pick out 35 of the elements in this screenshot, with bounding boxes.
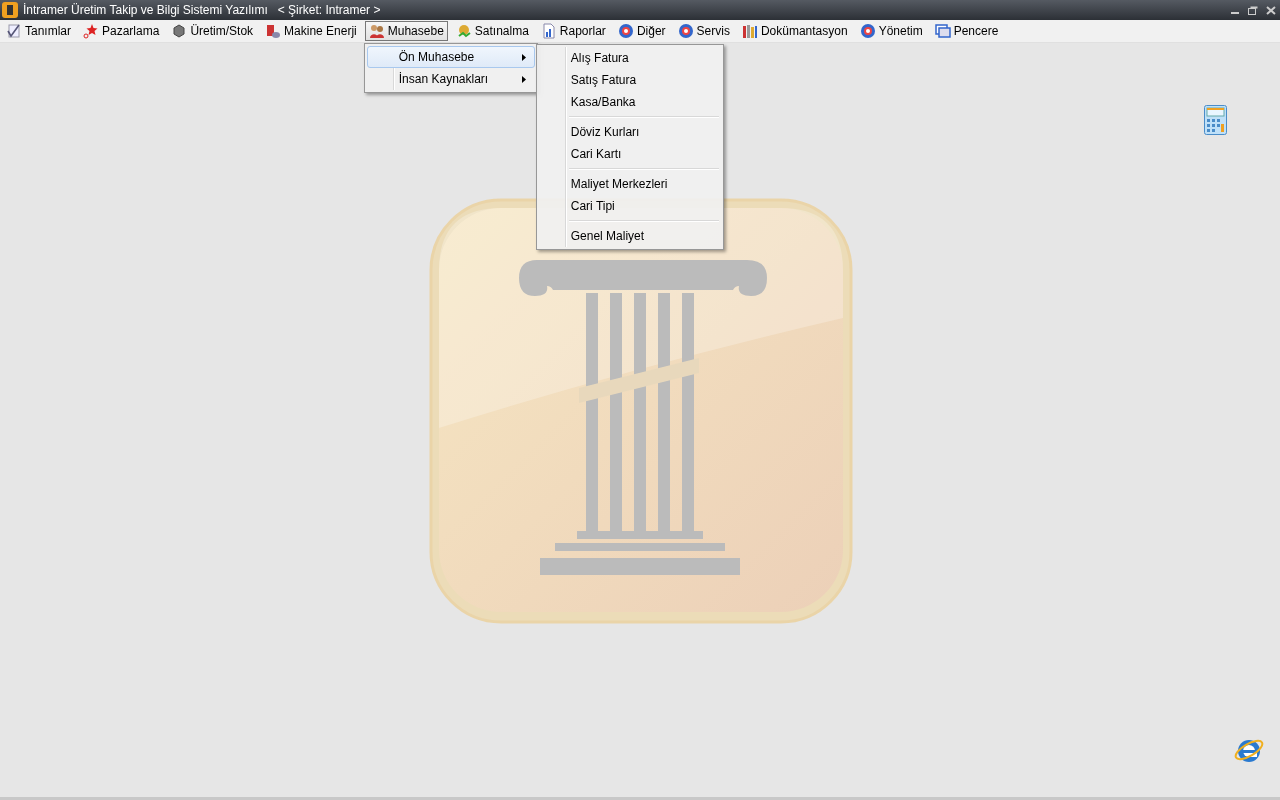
dropdown-item[interactable]: İnsan Kaynakları [366, 68, 535, 90]
close-icon[interactable] [1266, 5, 1276, 15]
menu-item[interactable]: Satınalma [451, 21, 533, 41]
checkmark-icon [6, 23, 22, 39]
app-logo-icon [2, 2, 18, 18]
window-title: İntramer Üretim Takip ve Bilgi Sistemi Yazılımı [23, 3, 268, 17]
menu-item[interactable]: Tanımlar [2, 21, 75, 41]
submenu-item[interactable]: Genel Maliyet [538, 225, 721, 247]
menu-item[interactable]: Pazarlama [79, 21, 164, 41]
submenu-item[interactable]: Cari Tipi [538, 195, 721, 217]
submenu-item[interactable]: Cari Kartı [538, 143, 721, 165]
caret-icon [521, 53, 526, 61]
menu-item[interactable]: Dokümantasyon [737, 21, 852, 41]
windows-icon [934, 23, 951, 39]
menu-item[interactable]: Makine Enerji [261, 21, 361, 41]
menu-item[interactable]: Servis [673, 21, 734, 41]
menu-item[interactable]: Diğer [613, 21, 670, 41]
submenu-item[interactable]: Maliyet Merkezleri [538, 173, 721, 195]
books-icon [741, 23, 758, 39]
menu-item[interactable]: Pencere [930, 21, 1003, 41]
chart-icon [540, 23, 557, 39]
caret-icon [521, 75, 526, 83]
calculator-icon[interactable] [1204, 105, 1227, 135]
star-icon [83, 23, 99, 39]
menu-item[interactable]: Raporlar [536, 21, 610, 41]
restore-icon[interactable] [1248, 5, 1258, 15]
people-icon [368, 23, 385, 39]
menu-item[interactable]: Yönetim [855, 21, 927, 41]
company-label: < Şirket: Intramer > [277, 3, 381, 17]
cube-icon [171, 23, 188, 39]
submenu-item[interactable]: Kasa/Banka [538, 91, 721, 113]
menu-item[interactable]: Üretim/Stok [167, 21, 258, 41]
submenu-item[interactable]: Alış Fatura [538, 47, 721, 69]
submenu-item[interactable]: Döviz Kurları [538, 121, 721, 143]
submenu-item[interactable]: Satış Fatura [538, 69, 721, 91]
